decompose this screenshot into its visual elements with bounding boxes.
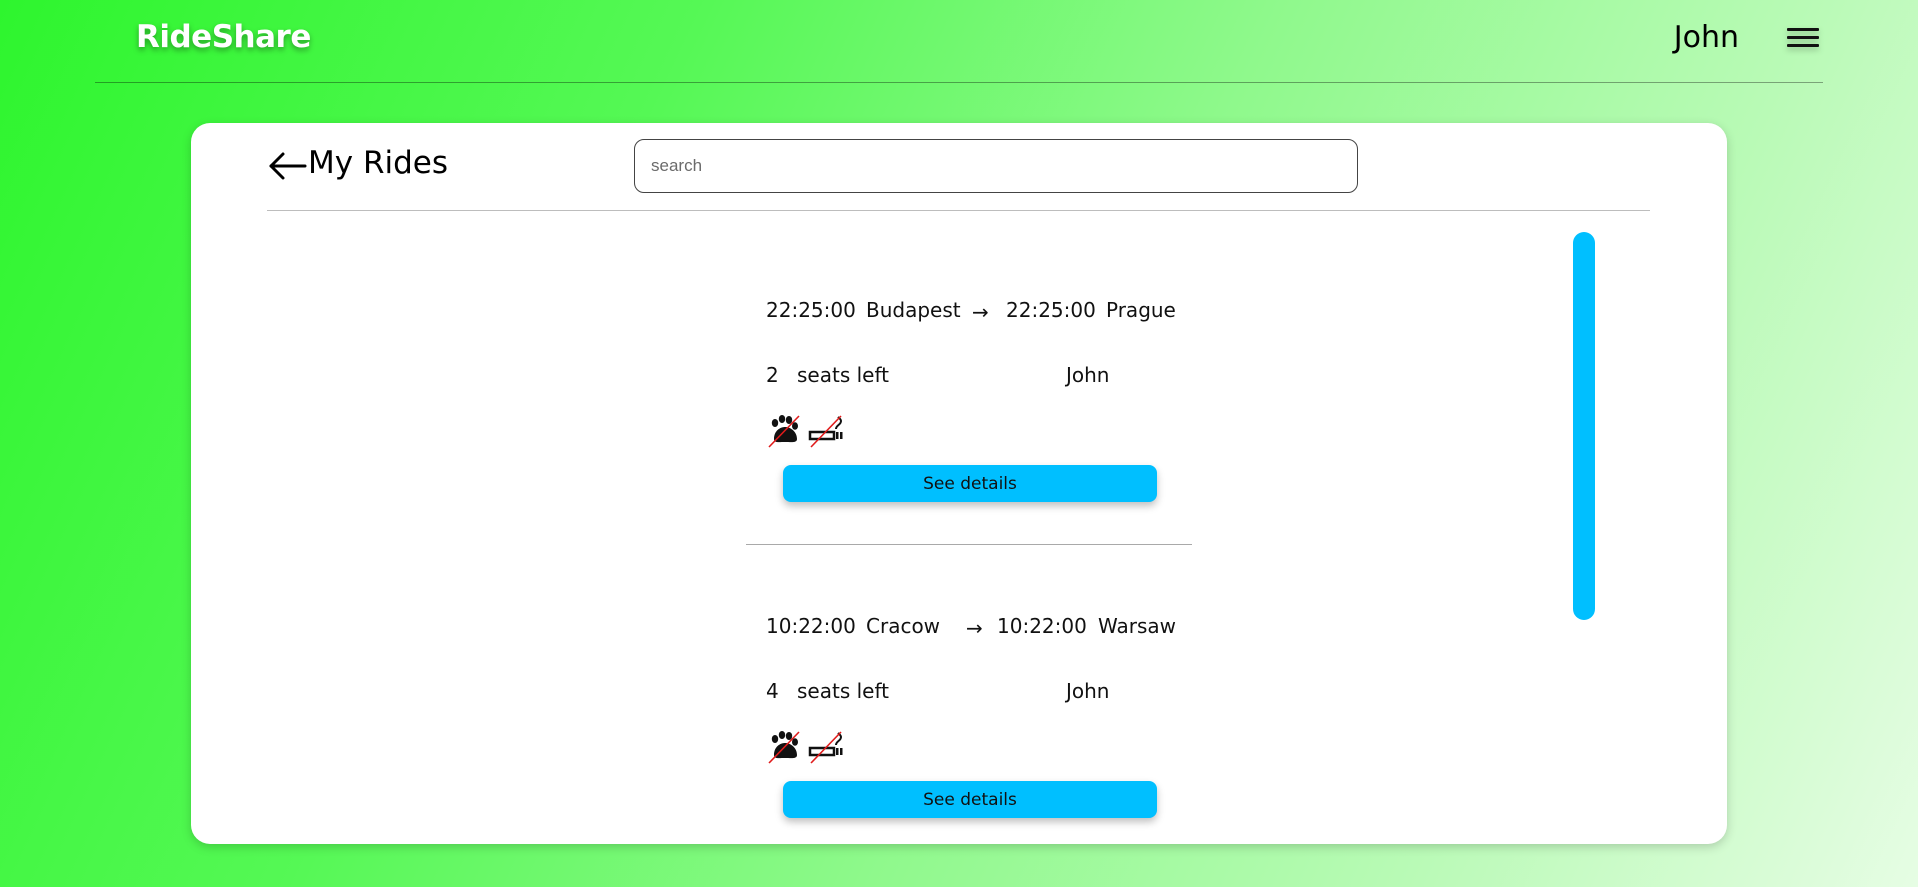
search-input[interactable] [634, 139, 1358, 193]
ride-card: 10:22:00 Cracow → 10:22:00 Warsaw 4 seat… [746, 574, 1192, 844]
seats-left-label: seats left [797, 363, 889, 387]
current-user-name[interactable]: John [1674, 20, 1739, 55]
menu-line [1787, 28, 1819, 31]
arrow-right-icon: → [972, 300, 989, 324]
driver-name: John [1066, 363, 1110, 387]
page-title: My Rides [308, 145, 448, 181]
menu-line [1787, 44, 1819, 47]
menu-line [1787, 36, 1819, 39]
see-details-button[interactable]: See details [783, 465, 1157, 502]
departure-time: 22:25:00 [766, 298, 856, 322]
seats-left-count: 2 [766, 363, 779, 387]
seats-left-count: 4 [766, 679, 779, 703]
ride-card: 22:25:00 Budapest → 22:25:00 Prague 2 se… [746, 258, 1192, 574]
ride-divider [746, 544, 1192, 545]
arrival-city: Warsaw [1098, 614, 1177, 638]
departure-city: Budapest [866, 298, 961, 322]
seats-left-label: seats left [797, 679, 889, 703]
my-rides-panel: My Rides 22:25:00 Budapest → 22:25:00 Pr… [191, 123, 1727, 844]
no-pets-icon [768, 731, 800, 764]
scrollbar-thumb[interactable] [1573, 232, 1595, 620]
departure-city: Cracow [866, 614, 941, 638]
see-details-button[interactable]: See details [783, 781, 1157, 818]
top-navigation-bar: RideShare John [95, 0, 1823, 83]
arrival-time: 22:25:00 [1006, 298, 1096, 322]
arrival-time: 10:22:00 [997, 614, 1087, 638]
hamburger-menu-icon[interactable] [1787, 25, 1821, 51]
header-divider [267, 210, 1650, 211]
app-logo[interactable]: RideShare [136, 19, 311, 55]
driver-name: John [1066, 679, 1110, 703]
no-pets-icon [768, 415, 800, 448]
departure-time: 10:22:00 [766, 614, 856, 638]
no-smoking-icon [808, 415, 843, 448]
arrow-right-icon: → [966, 616, 983, 640]
no-smoking-icon [808, 731, 843, 764]
arrival-city: Prague [1106, 298, 1176, 322]
arrow-left-icon[interactable] [267, 146, 307, 186]
